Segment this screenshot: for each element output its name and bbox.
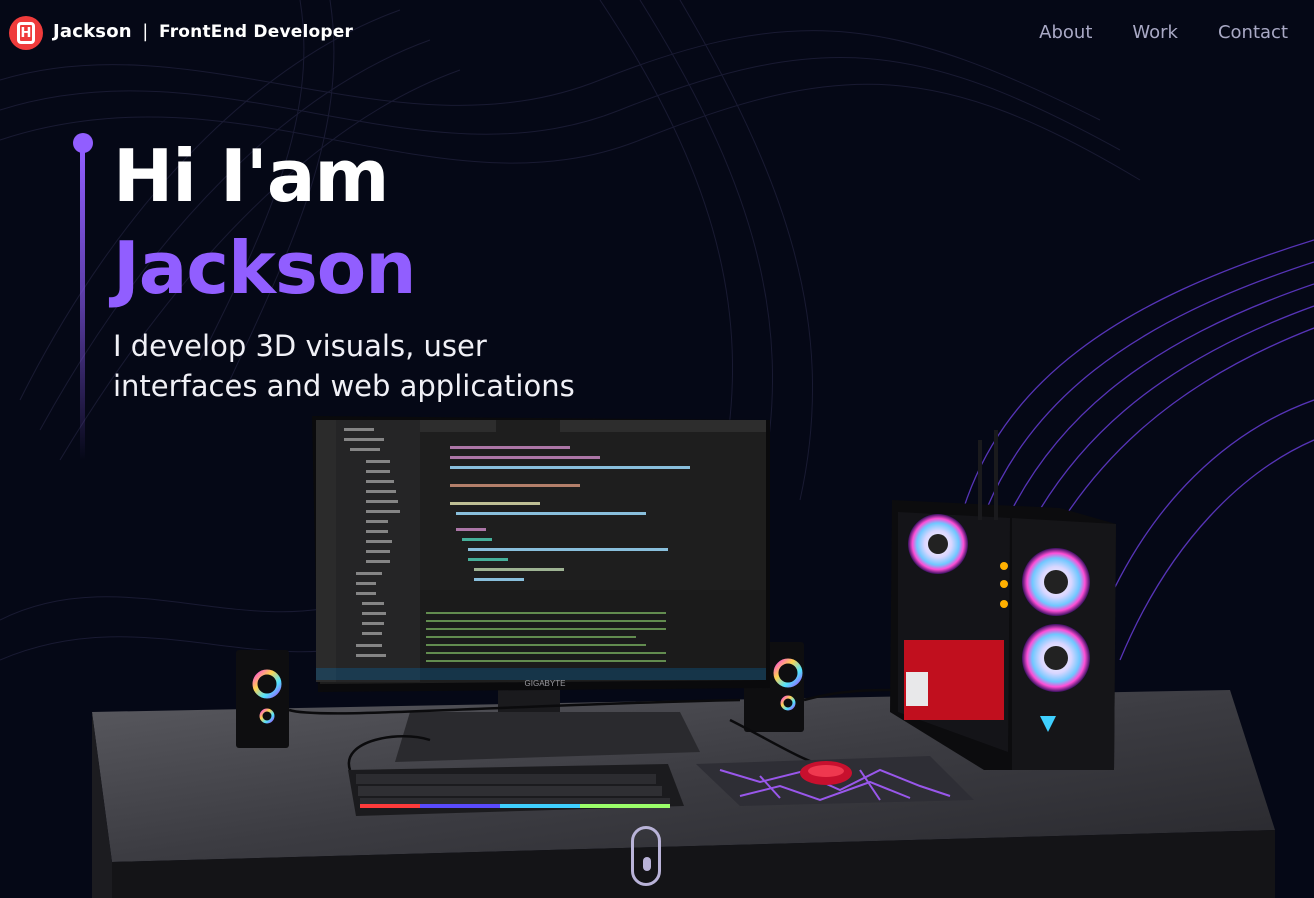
hero-subtitle-line-1: I develop 3D visuals, user xyxy=(113,329,487,363)
brand-separator: | xyxy=(142,21,149,42)
nav-link-about[interactable]: About xyxy=(1039,22,1092,43)
top-navbar: H Jackson | FrontEnd Developer About Wor… xyxy=(0,0,1314,66)
gaming-mouse xyxy=(800,761,852,785)
left-speaker xyxy=(236,650,289,748)
nav-links: About Work Contact xyxy=(1039,22,1288,43)
brand-role: FrontEnd Developer xyxy=(158,22,354,42)
hero-subtitle: I develop 3D visuals, user interfaces an… xyxy=(113,326,633,406)
scroll-indicator-dot xyxy=(643,857,651,871)
scroll-down-indicator[interactable] xyxy=(631,826,661,886)
logo-icon[interactable]: H xyxy=(9,16,43,50)
monitor: GIGABYTE xyxy=(312,416,770,692)
desktop-pc-3d-scene[interactable]: GIGABYTE xyxy=(0,400,1314,898)
logo-letter: H xyxy=(17,22,35,44)
gaming-pc-tower xyxy=(890,430,1116,770)
nav-link-contact[interactable]: Contact xyxy=(1218,22,1288,43)
monitor-brand-label: GIGABYTE xyxy=(525,679,566,688)
hero-name: Jackson xyxy=(113,226,417,310)
hero-greeting: Hi I'am xyxy=(113,134,389,218)
nav-link-work[interactable]: Work xyxy=(1132,22,1178,43)
brand-name: Jackson xyxy=(53,21,132,42)
hero-heading: Hi I'am Jackson xyxy=(113,130,417,314)
monitor-stand xyxy=(395,680,700,762)
brand-title[interactable]: Jackson | FrontEnd Developer xyxy=(53,21,353,42)
